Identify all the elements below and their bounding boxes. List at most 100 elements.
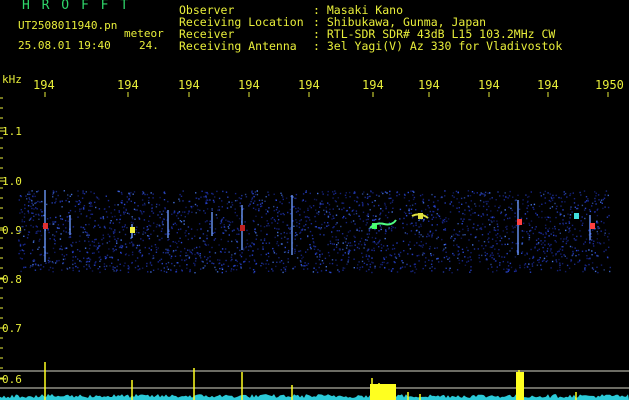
noise-speck xyxy=(37,200,39,203)
noise-speck xyxy=(585,265,588,267)
noise-speck xyxy=(535,239,538,241)
noise-speck xyxy=(194,264,196,267)
noise-speck xyxy=(121,200,123,202)
noise-speck xyxy=(236,241,239,243)
noise-speck xyxy=(179,255,182,257)
noise-speck xyxy=(421,246,424,248)
noise-speck xyxy=(74,205,77,207)
noise-speck xyxy=(267,191,269,193)
noise-speck xyxy=(346,244,348,247)
noise-speck xyxy=(72,259,74,262)
noise-speck xyxy=(434,196,436,198)
noise-speck xyxy=(304,262,306,264)
noise-speck xyxy=(252,250,254,252)
noise-speck xyxy=(386,262,388,265)
noise-speck xyxy=(141,213,143,215)
noise-speck xyxy=(543,257,546,260)
noise-speck xyxy=(528,257,531,260)
noise-speck xyxy=(146,193,149,196)
noise-speck xyxy=(428,259,430,261)
noise-speck xyxy=(93,264,96,266)
noise-speck xyxy=(325,206,327,209)
noise-speck xyxy=(491,257,493,259)
noise-speck xyxy=(481,223,484,225)
noise-speck xyxy=(329,262,331,265)
noise-speck xyxy=(593,245,595,247)
noise-speck xyxy=(21,219,23,221)
noise-speck xyxy=(372,215,375,217)
noise-speck xyxy=(545,231,547,234)
noise-speck xyxy=(180,228,182,230)
noise-speck xyxy=(219,267,221,270)
noise-speck xyxy=(268,225,270,227)
noise-speck xyxy=(475,236,477,238)
noise-speck xyxy=(108,235,111,237)
noise-speck xyxy=(536,214,538,216)
noise-speck xyxy=(95,206,97,209)
noise-speck xyxy=(496,243,498,245)
noise-speck xyxy=(35,231,38,233)
noise-speck xyxy=(365,270,368,272)
noise-speck xyxy=(215,269,217,271)
noise-speck xyxy=(114,204,116,206)
noise-speck xyxy=(551,199,554,201)
noise-speck xyxy=(333,248,335,251)
noise-speck xyxy=(602,207,604,210)
noise-speck xyxy=(216,217,218,219)
noise-speck xyxy=(365,219,368,221)
noise-speck xyxy=(141,267,144,269)
noise-speck xyxy=(597,194,600,196)
noise-speck xyxy=(84,247,87,249)
noise-speck xyxy=(342,202,345,204)
noise-speck xyxy=(524,254,526,256)
noise-speck xyxy=(384,204,386,206)
noise-speck xyxy=(202,267,204,269)
noise-speck xyxy=(284,268,287,270)
noise-speck xyxy=(30,265,32,267)
noise-speck xyxy=(462,228,464,231)
noise-speck xyxy=(358,243,360,245)
noise-speck xyxy=(607,194,609,197)
noise-speck xyxy=(23,216,26,218)
noise-speck xyxy=(604,194,606,196)
noise-speck xyxy=(310,206,312,209)
noise-speck xyxy=(189,269,191,271)
noise-speck xyxy=(285,266,287,268)
noise-speck xyxy=(407,191,409,194)
noise-speck xyxy=(273,193,275,195)
noise-speck xyxy=(295,211,298,213)
noise-speck xyxy=(180,195,183,197)
noise-speck xyxy=(411,222,413,224)
noise-speck xyxy=(194,260,197,262)
meteor-echo-core xyxy=(43,223,48,229)
noise-speck xyxy=(40,209,42,211)
noise-speck xyxy=(499,235,501,237)
noise-speck xyxy=(110,228,113,230)
noise-speck xyxy=(128,254,130,257)
noise-speck xyxy=(327,190,329,193)
noise-speck xyxy=(75,241,77,244)
noise-speck xyxy=(99,260,101,262)
noise-speck xyxy=(508,206,510,208)
noise-speck xyxy=(262,248,264,250)
noise-speck xyxy=(297,207,300,209)
noise-speck xyxy=(447,258,449,260)
noise-speck xyxy=(453,229,455,231)
noise-speck xyxy=(86,251,89,254)
noise-speck xyxy=(380,191,383,193)
noise-speck xyxy=(25,225,27,227)
noise-speck xyxy=(366,263,368,266)
noise-speck xyxy=(167,200,169,203)
noise-speck xyxy=(493,220,495,222)
noise-speck xyxy=(509,262,512,265)
noise-speck xyxy=(544,236,546,239)
noise-speck xyxy=(540,243,543,246)
noise-speck xyxy=(496,266,498,268)
noise-speck xyxy=(240,197,242,200)
noise-speck xyxy=(586,255,588,257)
noise-speck xyxy=(79,201,82,203)
noise-speck xyxy=(503,256,506,258)
noise-speck xyxy=(328,211,331,214)
noise-speck xyxy=(160,258,163,260)
noise-speck xyxy=(555,254,557,256)
